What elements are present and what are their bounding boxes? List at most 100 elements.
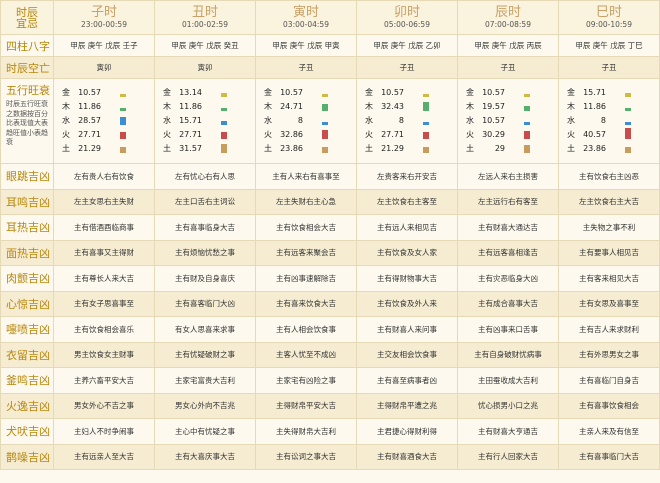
element-bar [524,122,530,125]
hour-range: 03:00-04:59 [283,20,329,29]
element-name: 土 [567,144,575,153]
omen-cell: 主有大喜庆事大吉 [154,443,256,470]
wuxing-entry: 金 10.57 [466,86,558,100]
omen-row: 釜鸣吉凶 主养六畜平安大吉 主家宅富贵大吉利 主家宅有凶险之事 主有喜至病事者凶 主田蚕收… [0,367,660,394]
element-name: 火 [567,130,575,139]
omen-cell: 左主饮食右主客至 [356,188,458,215]
omen-cell: 男主饮食女主财事 [53,341,155,368]
hour-name: 巳时 [595,5,622,20]
wuxing-cell: 金 15.71 木 11.86 水 8 火 40.57 土 23.86 [558,78,660,164]
omen-label: 衣留吉凶 [0,341,54,368]
element-name: 金 [62,88,70,97]
omen-row: 眼跳吉凶 左有贵人右有饮食 左有忧心右有人思 主有人来右有喜事至 左贵客来右开安吉 左远人… [0,163,660,190]
omen-cell: 主有得财物事大吉 [356,265,458,292]
hour-almanac-table: 时辰 宜忌 子时 23:00-00:59 丑时 01:00-02:59 寅时 03:00-0… [0,0,660,470]
element-name: 木 [163,102,171,111]
omen-cell: 主家宅有凶险之事 [255,367,357,394]
element-name: 金 [567,88,575,97]
hour-header: 巳时 09:00-10:59 [558,0,660,35]
omen-row: 火逸吉凶 男女外心不吉之事 男女心外向不吉兆 主得财帛平安大吉 主得财帛平遭之兆 忧心损男… [0,392,660,419]
kongwang-row: 时辰空亡 寅卯 寅卯 子丑 子丑 子丑 子丑 [0,56,660,79]
hour-range: 05:00-06:59 [384,20,430,29]
omen-cell: 主有喜事临门大吉 [558,443,660,470]
wuxing-entry: 金 13.14 [163,86,255,100]
omen-cell: 主交友相会饮食事 [356,341,458,368]
wuxing-entry: 木 32.43 [365,100,457,114]
element-value: 23.86 [583,144,606,153]
omen-cell: 主养六畜平安大吉 [53,367,155,394]
omen-cell: 主有凶事速解除吉 [255,265,357,292]
omen-cell: 男女心外向不吉兆 [154,392,256,419]
element-value: 10.57 [280,88,303,97]
wuxing-entry: 水 10.57 [466,114,558,128]
element-name: 土 [466,144,474,153]
omen-cell: 主有要事人相见吉 [558,239,660,266]
hour-name: 寅时 [292,5,319,20]
hour-name: 卯时 [393,5,420,20]
omen-cell: 忧心损男小口之兆 [457,392,559,419]
element-bar [322,147,328,153]
omen-label: 耳鸣吉凶 [0,188,54,215]
omen-cell: 主有尊长人来大吉 [53,265,155,292]
element-value: 31.57 [179,144,202,153]
bazi-cell: 甲辰 庚午 戊辰 乙卯 [356,34,458,57]
omen-cell: 主有凶事来口舌事 [457,316,559,343]
element-bar [524,106,530,111]
element-value: 32.43 [381,102,404,111]
element-bar [120,108,126,111]
element-bar [625,122,631,125]
omen-cell: 主有喜事又主得财 [53,239,155,266]
omen-cell: 主有女子思喜事至 [53,290,155,317]
element-bar [322,104,328,111]
omen-label: 釜鸣吉凶 [0,367,54,394]
element-bar [221,108,227,111]
element-value: 10.57 [381,88,404,97]
element-bar [120,94,126,97]
wuxing-cell: 金 10.57 木 11.86 水 28.57 火 27.71 土 21.29 [53,78,155,164]
wuxing-entry: 火 27.71 [365,128,457,142]
omen-label: 火逸吉凶 [0,392,54,419]
wuxing-row: 五行旺衰 时辰五行旺衰之数据按百分比表现值大表趋旺值小表趋衰 金 10.57 木 11… [0,78,660,164]
omen-cell: 左主饮食右主大吉 [558,188,660,215]
omen-cell: 主心中有忧疑之事 [154,418,256,445]
omen-cell: 主得财帛平安大吉 [255,392,357,419]
element-value: 8 [600,116,606,125]
element-value: 8 [297,116,303,125]
omen-label: 心惊吉凶 [0,290,54,317]
omen-label: 耳热吉凶 [0,214,54,241]
element-bar [524,131,530,139]
element-name: 水 [567,116,575,125]
element-value: 11.86 [179,102,202,111]
omen-cell: 左贵客来右开安吉 [356,163,458,190]
hour-header: 丑时 01:00-02:59 [154,0,256,35]
hour-range: 23:00-00:59 [81,20,127,29]
omen-cell: 主有借酒酉临商事 [53,214,155,241]
omen-cell: 左远人来右主损害 [457,163,559,190]
wuxing-entry: 木 24.71 [264,100,356,114]
element-bar [120,117,126,125]
omen-cell: 主有烦恼忧愁之事 [154,239,256,266]
element-value: 27.71 [78,130,101,139]
omen-cell: 主有人来右有喜事至 [255,163,357,190]
wuxing-entry: 土 21.29 [365,142,457,156]
omen-cell: 主有远人来相见吉 [356,214,458,241]
element-value: 10.57 [482,88,505,97]
omen-cell: 主失物之事不利 [558,214,660,241]
element-bar [423,147,429,153]
element-name: 水 [365,116,373,125]
element-value: 10.57 [78,88,101,97]
element-bar [625,93,631,97]
omen-row: 耳鸣吉凶 左主女思右主失财 左主口舌右主词讼 左主失财右主心急 左主饮食右主客至 左主远行… [0,188,660,215]
element-name: 土 [163,144,171,153]
omen-cell: 男女外心不吉之事 [53,392,155,419]
element-name: 木 [466,102,474,111]
hour-name: 辰时 [494,5,521,20]
wuxing-entry: 金 15.71 [567,86,659,100]
element-bar [524,145,530,153]
wuxing-entry: 木 11.86 [567,100,659,114]
element-bar [423,132,429,139]
omen-cell: 主有忧疑破财之事 [154,341,256,368]
element-value: 21.29 [381,144,404,153]
element-value: 30.29 [482,130,505,139]
omen-row: 鹊噪吉凶 主有远亲人至大吉 主有大喜庆事大吉 主有讼词之事大吉 主有财喜酒食大吉 主有行人… [0,443,660,470]
